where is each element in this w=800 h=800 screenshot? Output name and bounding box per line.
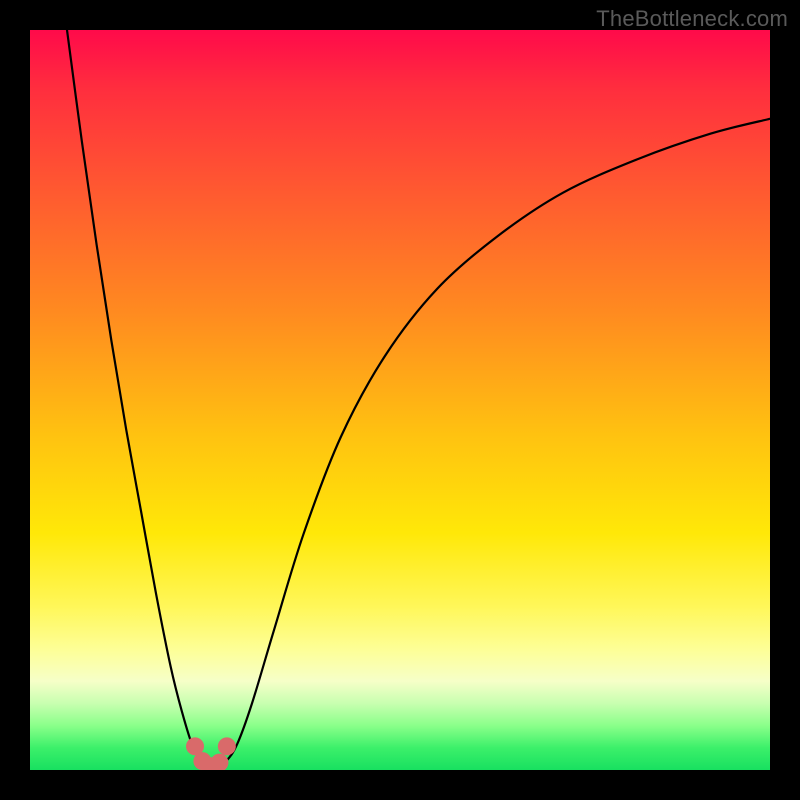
curve-left-branch — [67, 30, 215, 767]
watermark-text: TheBottleneck.com — [596, 6, 788, 32]
plot-area — [30, 30, 770, 770]
curve-right-branch — [215, 119, 770, 767]
valley-marker — [218, 737, 236, 755]
valley-marker — [210, 754, 228, 770]
plot-svg — [30, 30, 770, 770]
valley-marker-group — [186, 737, 236, 770]
